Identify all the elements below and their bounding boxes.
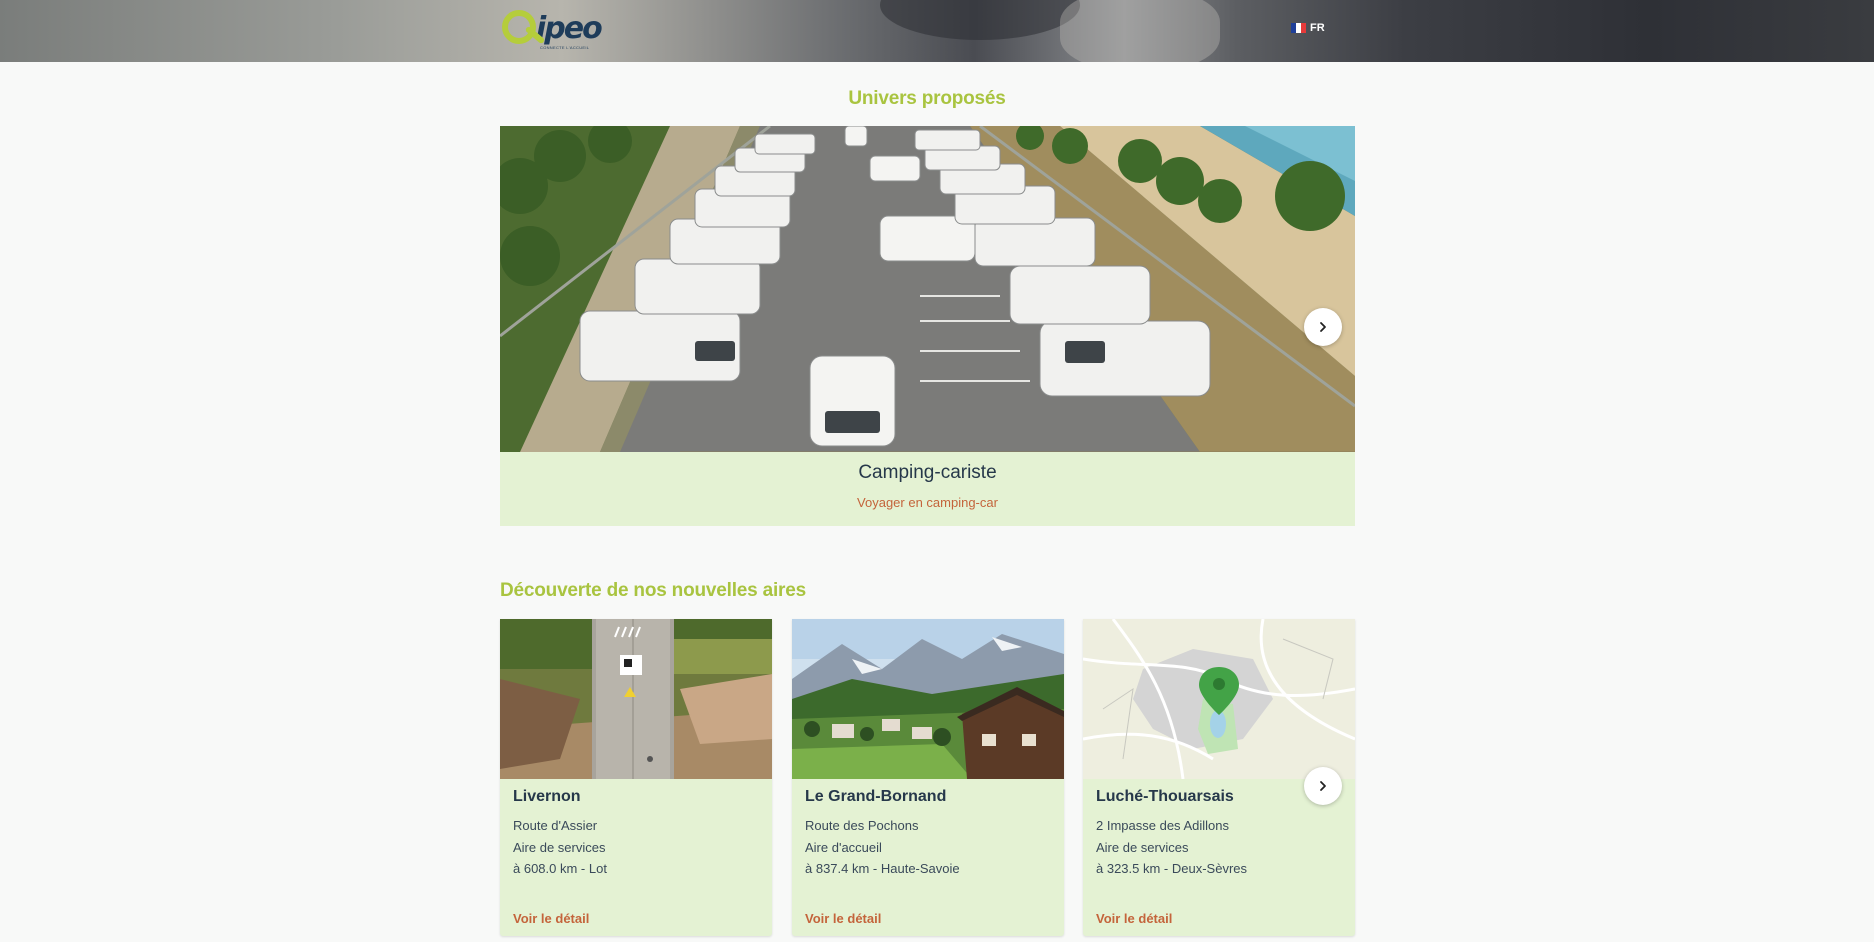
discovery-next-button[interactable] (1304, 767, 1342, 805)
card-detail-link[interactable]: Voir le détail (805, 911, 881, 926)
chevron-right-icon (1320, 322, 1326, 332)
language-label: FR (1310, 22, 1325, 34)
card-detail-link[interactable]: Voir le détail (1096, 911, 1172, 926)
aire-card-livernon[interactable]: Livernon Route d'Assier Aire de services… (500, 619, 772, 936)
univers-section-title: Univers proposés (848, 88, 1006, 109)
card-image (1083, 619, 1355, 779)
logo-text: ipeo (536, 10, 603, 46)
card-address: Route des Pochons (805, 818, 919, 833)
chevron-right-icon (1320, 781, 1326, 791)
univers-slide-image (500, 126, 1355, 452)
card-image (500, 619, 772, 779)
site-logo[interactable]: ipeo CONNECTE L'ACCUEIL (500, 4, 620, 52)
card-type: Aire de services (513, 840, 606, 855)
univers-slide-subtitle: Voyager en camping-car (857, 495, 998, 510)
card-detail-link[interactable]: Voir le détail (513, 911, 589, 926)
discovery-section-title: Découverte de nos nouvelles aires (500, 580, 806, 601)
language-selector[interactable]: FR (1291, 22, 1325, 34)
card-title: Luché-Thouarsais (1096, 788, 1234, 805)
card-distance: à 323.5 km - Deux-Sèvres (1096, 861, 1248, 876)
logo-subtext: CONNECTE L'ACCUEIL (540, 45, 590, 50)
card-type: Aire d'accueil (805, 840, 882, 855)
site-header: ipeo CONNECTE L'ACCUEIL FR (0, 0, 1874, 62)
aire-card-le-grand-bornand[interactable]: Le Grand-Bornand Route des Pochons Aire … (792, 619, 1064, 936)
card-distance: à 837.4 km - Haute-Savoie (805, 861, 960, 876)
card-type: Aire de services (1096, 840, 1189, 855)
univers-next-button[interactable] (1304, 308, 1342, 346)
card-title: Livernon (513, 788, 581, 805)
card-address: Route d'Assier (513, 818, 598, 833)
card-address: 2 Impasse des Adillons (1096, 818, 1229, 833)
french-flag-icon (1291, 23, 1306, 33)
univers-slide-title: Camping-cariste (858, 462, 997, 483)
univers-slide[interactable]: Camping-cariste Voyager en camping-car (500, 126, 1355, 526)
card-image (792, 619, 1064, 779)
card-title: Le Grand-Bornand (805, 788, 947, 805)
logo-mark-icon (500, 6, 546, 50)
card-distance: à 608.0 km - Lot (513, 861, 607, 876)
